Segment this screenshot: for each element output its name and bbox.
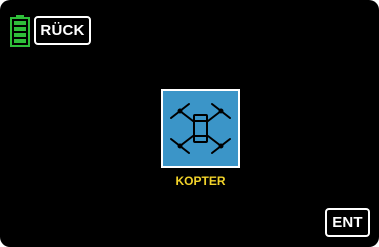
enter-button-label: ENT [332,214,363,231]
model-type-tile[interactable] [161,89,240,168]
back-button[interactable]: RÜCK [34,16,91,45]
back-button-label: RÜCK [40,22,85,39]
battery-icon [10,15,30,47]
enter-button[interactable]: ENT [325,208,370,237]
display-screen: RÜCK KOPTER ENT [0,0,379,247]
quadcopter-icon [170,103,231,154]
model-type-label: KOPTER [175,174,226,188]
